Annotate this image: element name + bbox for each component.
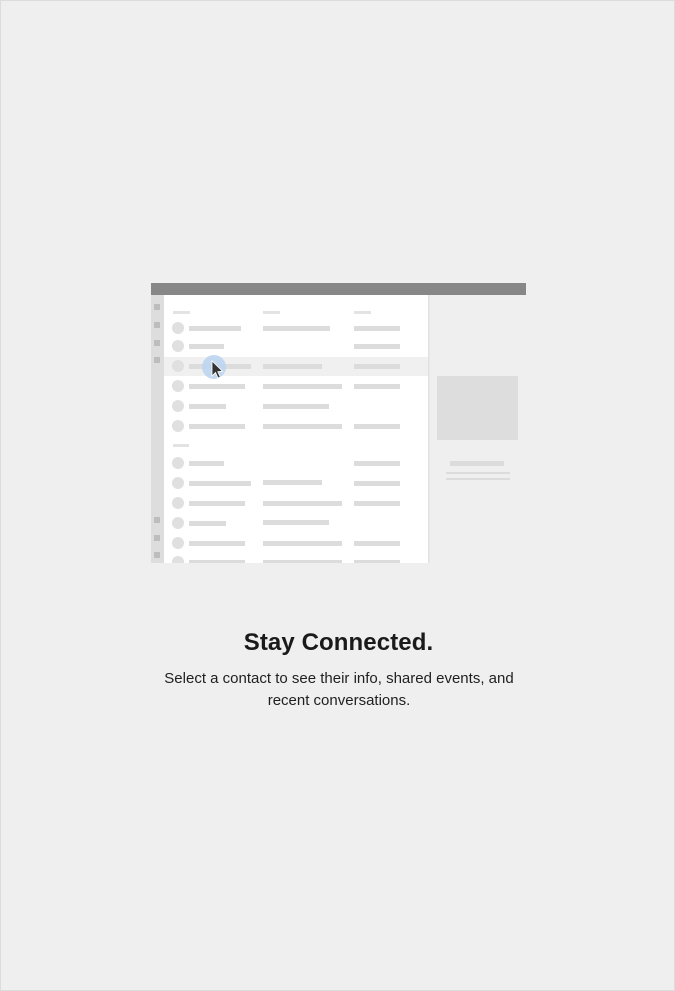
empty-state-description: Select a contact to see their info, shar… <box>164 670 514 709</box>
contacts-detail-pane: Stay Connected. Select a contact to see … <box>0 0 675 991</box>
contacts-list-illustration <box>151 283 526 563</box>
empty-state-title: Stay Connected. <box>243 629 434 656</box>
illustration-titlebar <box>151 283 526 295</box>
illustration-detail-photo <box>437 376 518 440</box>
